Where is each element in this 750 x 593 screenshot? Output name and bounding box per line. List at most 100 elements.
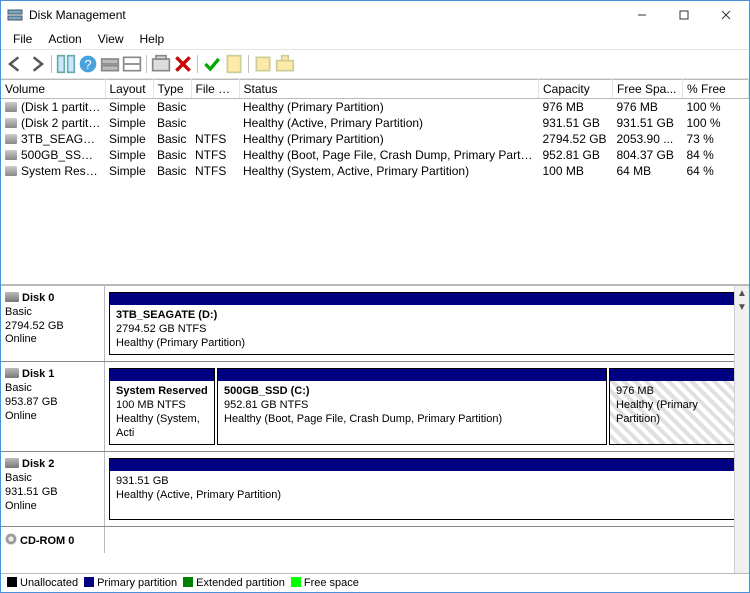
toolbar-icon-6[interactable] xyxy=(253,54,273,74)
volume-type: Basic xyxy=(153,99,191,116)
partition-line3: Healthy (Boot, Page File, Crash Dump, Pr… xyxy=(224,413,600,427)
toolbar-icon-4[interactable] xyxy=(122,54,142,74)
legend-free: Free space xyxy=(291,577,359,589)
help-icon[interactable]: ? xyxy=(78,54,98,74)
toolbar-icon-7[interactable] xyxy=(275,54,295,74)
volume-layout: Simple xyxy=(105,131,153,147)
volume-capacity: 2794.52 GB xyxy=(539,131,613,147)
disk-name: Disk 0 xyxy=(22,292,54,304)
app-icon xyxy=(7,7,23,23)
partition-line2: 931.51 GB xyxy=(116,475,738,489)
volume-layout: Simple xyxy=(105,163,153,179)
disk-info: Disk 2Basic931.51 GBOnline xyxy=(1,452,105,526)
scroll-down-icon[interactable]: ▼ xyxy=(735,300,749,314)
volume-row[interactable]: 500GB_SSD (C:)SimpleBasicNTFSHealthy (Bo… xyxy=(1,147,749,163)
partition[interactable]: 3TB_SEAGATE (D:)2794.52 GB NTFSHealthy (… xyxy=(109,292,745,355)
disk-name: Disk 1 xyxy=(22,368,54,380)
volume-fs: NTFS xyxy=(191,131,239,147)
col-status[interactable]: Status xyxy=(239,80,539,99)
volume-type: Basic xyxy=(153,131,191,147)
volume-fs: NTFS xyxy=(191,147,239,163)
partition-name: 500GB_SSD (C:) xyxy=(224,385,600,399)
cdrom-name: CD-ROM 0 xyxy=(20,535,74,547)
volume-name: (Disk 2 partition 1) xyxy=(1,115,105,131)
volume-layout: Simple xyxy=(105,99,153,116)
col-volume[interactable]: Volume xyxy=(1,80,105,99)
toolbar-icon-3[interactable] xyxy=(100,54,120,74)
window-title: Disk Management xyxy=(29,8,621,22)
col-filesystem[interactable]: File S... xyxy=(191,80,239,99)
window: Disk Management File Action View Help ? xyxy=(0,0,750,593)
volume-icon xyxy=(5,118,17,128)
column-headers[interactable]: Volume Layout Type File S... Status Capa… xyxy=(1,80,749,99)
partition-stripe xyxy=(110,293,744,305)
cdrom-icon xyxy=(5,533,17,545)
close-button[interactable] xyxy=(705,1,747,29)
toolbar-icon-1[interactable] xyxy=(56,54,76,74)
volume-type: Basic xyxy=(153,147,191,163)
disk-icon xyxy=(5,292,19,302)
volume-name: (Disk 1 partition 3) xyxy=(1,99,105,116)
disk-type: Basic xyxy=(5,472,102,486)
minimize-button[interactable] xyxy=(621,1,663,29)
maximize-button[interactable] xyxy=(663,1,705,29)
volume-free: 976 MB xyxy=(613,99,683,116)
volume-row[interactable]: System ReservedSimpleBasicNTFSHealthy (S… xyxy=(1,163,749,179)
menu-view[interactable]: View xyxy=(90,30,132,48)
properties-icon[interactable] xyxy=(224,54,244,74)
partition-line3: Healthy (Primary Partition) xyxy=(116,337,738,351)
forward-button[interactable] xyxy=(27,54,47,74)
col-layout[interactable]: Layout xyxy=(105,80,153,99)
disk-partitions: 3TB_SEAGATE (D:)2794.52 GB NTFSHealthy (… xyxy=(105,286,749,361)
partition[interactable]: 500GB_SSD (C:)952.81 GB NTFSHealthy (Boo… xyxy=(217,368,607,445)
menu-help[interactable]: Help xyxy=(132,30,173,48)
disk-row[interactable]: Disk 0Basic2794.52 GBOnline3TB_SEAGATE (… xyxy=(1,286,749,362)
volume-icon xyxy=(5,134,17,144)
disk-state: Online xyxy=(5,333,102,347)
volume-name: System Reserved xyxy=(1,163,105,179)
disk-size: 931.51 GB xyxy=(5,486,102,500)
volume-pctfree: 73 % xyxy=(683,131,749,147)
disk-size: 2794.52 GB xyxy=(5,320,102,334)
partition-stripe xyxy=(218,369,606,381)
titlebar: Disk Management xyxy=(1,1,749,29)
disk-type: Basic xyxy=(5,382,102,396)
volume-free: 804.37 GB xyxy=(613,147,683,163)
partition-line2: 952.81 GB NTFS xyxy=(224,399,600,413)
col-capacity[interactable]: Capacity xyxy=(539,80,613,99)
scrollbar[interactable]: ▲ ▼ xyxy=(734,286,749,573)
volume-capacity: 100 MB xyxy=(539,163,613,179)
disk-row[interactable]: Disk 1Basic953.87 GBOnlineSystem Reserve… xyxy=(1,362,749,452)
volume-list[interactable]: Volume Layout Type File S... Status Capa… xyxy=(1,79,749,286)
volume-icon xyxy=(5,150,17,160)
disk-icon xyxy=(5,368,19,378)
volume-row[interactable]: (Disk 2 partition 1)SimpleBasicHealthy (… xyxy=(1,115,749,131)
volume-pctfree: 100 % xyxy=(683,99,749,116)
scroll-up-icon[interactable]: ▲ xyxy=(735,286,749,300)
cdrom-row[interactable]: CD-ROM 0 xyxy=(1,527,749,553)
partition[interactable]: 931.51 GBHealthy (Active, Primary Partit… xyxy=(109,458,745,520)
check-icon[interactable] xyxy=(202,54,222,74)
delete-icon[interactable] xyxy=(173,54,193,74)
disk-info: Disk 1Basic953.87 GBOnline xyxy=(1,362,105,451)
volume-free: 931.51 GB xyxy=(613,115,683,131)
disk-row[interactable]: Disk 2Basic931.51 GBOnline931.51 GBHealt… xyxy=(1,452,749,527)
toolbar-icon-5[interactable] xyxy=(151,54,171,74)
col-free[interactable]: Free Spa... xyxy=(613,80,683,99)
col-type[interactable]: Type xyxy=(153,80,191,99)
legend-extended: Extended partition xyxy=(183,577,285,589)
volume-row[interactable]: 3TB_SEAGATE (D:)SimpleBasicNTFSHealthy (… xyxy=(1,131,749,147)
menu-action[interactable]: Action xyxy=(40,30,89,48)
disk-map[interactable]: Disk 0 Basic 2794.52 GBOnline 3TB_SEAGATE (… xyxy=(1,286,749,574)
legend-primary: Primary partition xyxy=(84,577,177,589)
volume-icon xyxy=(5,102,17,112)
partition-line2: 976 MB xyxy=(616,385,738,399)
volume-row[interactable]: (Disk 1 partition 3)SimpleBasicHealthy (… xyxy=(1,99,749,116)
menu-file[interactable]: File xyxy=(5,30,40,48)
partition[interactable]: System Reserved100 MB NTFSHealthy (Syste… xyxy=(109,368,215,445)
partition-line3: Healthy (System, Acti xyxy=(116,413,208,441)
back-button[interactable] xyxy=(5,54,25,74)
partition[interactable]: 976 MBHealthy (Primary Partition) xyxy=(609,368,745,445)
col-pctfree[interactable]: % Free xyxy=(683,80,749,99)
disk-partitions: System Reserved100 MB NTFSHealthy (Syste… xyxy=(105,362,749,451)
